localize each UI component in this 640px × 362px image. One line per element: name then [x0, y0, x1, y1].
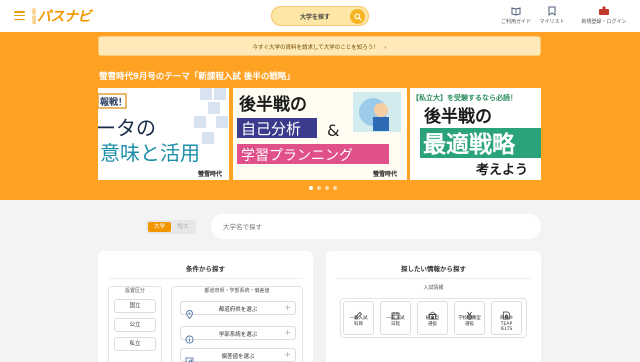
area-label: 都道府県・学部系統・偏差値 — [204, 288, 270, 294]
info-item-school-recommendation[interactable]: 学校推薦型 選抜 — [454, 301, 485, 335]
school-type-toggle: 大学 短大 — [146, 220, 196, 234]
university-name-input[interactable] — [211, 214, 541, 239]
info-item-label: 一般入試 日程 — [386, 316, 405, 327]
faculty-select-button[interactable]: 学部系統を選ぶ + — [180, 326, 296, 344]
info-item-general-subjects[interactable]: 一般入試 科目 — [343, 301, 374, 335]
hero-title: 螢雪時代9月号のテーマ「新課程入試 後半の戦略」 — [99, 72, 295, 82]
slide3-line3: 考えよう — [476, 162, 528, 178]
slide2-box1: 自己分析 — [241, 120, 301, 138]
plus-icon: + — [284, 328, 291, 337]
logo-text: パスナビ — [37, 9, 92, 25]
medal-icon — [465, 305, 474, 320]
menu-icon[interactable] — [14, 11, 25, 21]
info-item-comprehensive[interactable]: 総合型 選抜 — [417, 301, 448, 335]
setup-national-button[interactable]: 国立 — [114, 299, 156, 313]
user-badge-icon — [596, 6, 612, 16]
deviation-select-button[interactable]: 偏差値を選ぶ + — [180, 348, 296, 362]
carousel-dot[interactable] — [317, 186, 321, 190]
prefecture-select-label: 都道府県を選ぶ — [218, 307, 258, 313]
pencil-icon — [354, 305, 363, 320]
carousel-dots — [309, 186, 337, 190]
login-link[interactable]: 新規登録・ログイン — [576, 6, 632, 25]
conditions-title: 条件から探す — [186, 265, 225, 273]
notice-text: 今すぐ大学の資料を請求して大学のことを知ろう！ › — [252, 45, 387, 51]
notice-banner[interactable]: 今すぐ大学の資料を請求して大学のことを知ろう！ › — [98, 36, 541, 56]
header-search-label: 大学を探す — [300, 14, 331, 21]
plus-icon: + — [284, 350, 291, 359]
info-item-english-tests[interactable]: A 英検® TEAP IELTS — [491, 301, 522, 335]
header-search-button[interactable]: 大学を探す — [271, 6, 369, 26]
carousel-slide-2[interactable]: 後半戦の 自己分析 & 学習プランニング 螢雪時代 — [233, 88, 407, 180]
carousel-dot[interactable] — [333, 186, 337, 190]
slide1-footer: 螢雪時代 — [198, 170, 222, 178]
logo-small-text: 進学情報 — [32, 8, 37, 24]
info-item-label: 総合型 選抜 — [425, 316, 440, 327]
header: 進学情報 パスナビ 大学を探す ご利用ガイド マイリスト 新規登録・ログイン — [0, 0, 640, 32]
info-sub-label: 入試情報 — [423, 285, 444, 291]
search-icon[interactable] — [350, 9, 365, 24]
info-title: 探したい情報から探す — [401, 265, 466, 273]
slide1-line1: ータの — [98, 116, 156, 140]
carousel-dot[interactable] — [309, 186, 313, 190]
tab-university[interactable]: 大学 — [148, 222, 171, 232]
login-link-label: 新規登録・ログイン — [581, 19, 627, 25]
book-icon — [496, 6, 536, 16]
info-panel: 探したい情報から探す 入試情報 一般入試 科目 一般入試 日程 総合型 選抜 学… — [326, 251, 541, 362]
tab-junior-college[interactable]: 短大 — [172, 222, 194, 232]
mylist-link-label: マイリスト — [539, 19, 565, 25]
calendar-icon — [391, 305, 400, 320]
bookmark-icon — [536, 6, 568, 16]
divider — [108, 278, 303, 279]
setup-public-button[interactable]: 公立 — [114, 318, 156, 332]
document-a-icon: A — [502, 305, 511, 320]
slide2-footer: 螢雪時代 — [373, 170, 397, 178]
guide-link-label: ご利用ガイド — [500, 19, 531, 25]
slide2-line1: 後半戦の — [239, 94, 307, 115]
slide1-tag: 報戦！ — [100, 96, 127, 108]
building-icon — [427, 305, 438, 320]
slide3-top: 【私立大】を受験するなら必読！ — [412, 93, 517, 102]
setup-label: 設置区分 — [124, 288, 145, 294]
carousel-slide-3[interactable]: 【私立大】を受験するなら必読！ 後半戦の 最適戦略 考えよう — [410, 88, 541, 180]
carousel-slide-1[interactable]: 報戦！ ータの 意味と活用 螢雪時代 — [98, 88, 229, 180]
logo[interactable]: 進学情報 パスナビ — [32, 7, 92, 25]
faculty-select-label: 学部系統を選ぶ — [218, 332, 258, 338]
setup-private-button[interactable]: 私立 — [114, 337, 156, 351]
plus-icon: + — [284, 303, 291, 312]
guide-link[interactable]: ご利用ガイド — [496, 6, 536, 25]
info-item-general-schedule[interactable]: 一般入試 日程 — [380, 301, 411, 335]
slide3-line2: 最適戦略 — [423, 131, 516, 158]
carousel-dot[interactable] — [325, 186, 329, 190]
slide2-box2: 学習プランニング — [241, 148, 353, 164]
deviation-select-label: 偏差値を選ぶ — [221, 354, 255, 360]
mylist-link[interactable]: マイリスト — [536, 6, 568, 25]
info-item-label: 一般入試 科目 — [349, 316, 368, 327]
info-item-label: 英検® TEAP IELTS — [499, 316, 514, 332]
slide3-line1: 後半戦の — [424, 106, 492, 127]
slide2-amp: & — [327, 121, 339, 140]
info-item-label: 学校推薦型 選抜 — [458, 316, 481, 327]
divider — [336, 278, 531, 279]
prefecture-select-button[interactable]: 都道府県を選ぶ + — [180, 301, 296, 320]
conditions-panel: 条件から探す 設置区分 都道府県・学部系統・偏差値 国立 公立 私立 都道府県を… — [98, 251, 313, 362]
slide1-line2: 意味と活用 — [100, 141, 200, 165]
